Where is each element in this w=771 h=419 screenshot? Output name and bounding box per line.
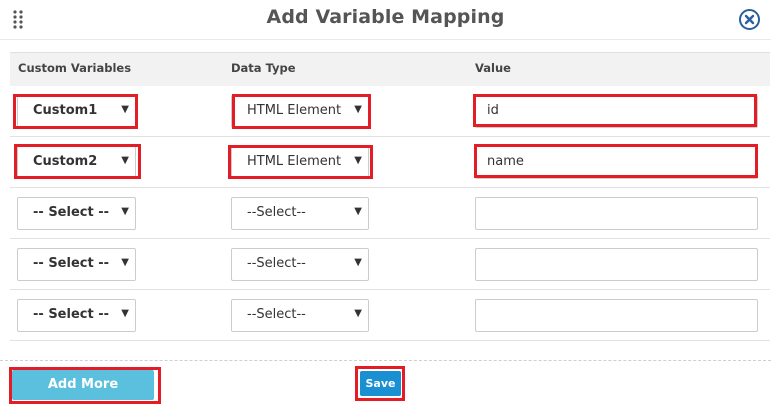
- value-input[interactable]: [475, 299, 758, 332]
- add-variable-mapping-dialog: Add Variable Mapping Custom Variables Da…: [0, 0, 771, 419]
- value-input[interactable]: name: [475, 146, 758, 179]
- dropdown-arrow-icon: ▼: [354, 155, 362, 166]
- value-input[interactable]: [475, 197, 758, 230]
- dropdown-arrow-icon: ▼: [354, 257, 362, 268]
- add-more-variables-button[interactable]: Add More Variables: [12, 370, 154, 419]
- data-type-value: --Select--: [247, 205, 306, 220]
- table-row: -- Select -- ▼ --Select-- ▼: [10, 290, 770, 341]
- custom-variable-value: Custom1: [33, 103, 98, 118]
- data-type-select[interactable]: --Select-- ▼: [231, 299, 369, 332]
- custom-variable-select[interactable]: -- Select -- ▼: [17, 299, 136, 332]
- custom-variable-value: -- Select --: [33, 256, 110, 271]
- table-header-row: Custom Variables Data Type Value: [10, 52, 770, 86]
- custom-variable-value: Custom2: [33, 154, 98, 169]
- save-button[interactable]: Save: [360, 371, 401, 396]
- data-type-select[interactable]: HTML Element ▼: [231, 146, 369, 179]
- dropdown-arrow-icon: ▼: [121, 206, 129, 217]
- custom-variable-select[interactable]: -- Select -- ▼: [17, 248, 136, 281]
- value-input-text: id: [487, 103, 499, 118]
- table-row: Custom1 ▼ HTML Element ▼ id: [10, 86, 770, 137]
- table-row: Custom2 ▼ HTML Element ▼ name: [10, 137, 770, 188]
- dropdown-arrow-icon: ▼: [121, 104, 129, 115]
- custom-variable-value: -- Select --: [33, 205, 110, 220]
- data-type-value: --Select--: [247, 256, 306, 271]
- custom-variable-value: -- Select --: [33, 307, 110, 322]
- footer-divider: [0, 360, 771, 361]
- dropdown-arrow-icon: ▼: [121, 155, 129, 166]
- custom-variable-select[interactable]: Custom1 ▼: [17, 95, 136, 128]
- data-type-value: HTML Element: [247, 103, 342, 118]
- custom-variable-select[interactable]: Custom2 ▼: [17, 146, 136, 179]
- table-row: -- Select -- ▼ --Select-- ▼: [10, 239, 770, 290]
- dropdown-arrow-icon: ▼: [121, 308, 129, 319]
- data-type-select[interactable]: --Select-- ▼: [231, 248, 369, 281]
- dialog-header: Add Variable Mapping: [0, 0, 771, 40]
- custom-variable-select[interactable]: -- Select -- ▼: [17, 197, 136, 230]
- data-type-value: --Select--: [247, 307, 306, 322]
- data-type-select[interactable]: HTML Element ▼: [231, 95, 369, 128]
- dropdown-arrow-icon: ▼: [121, 257, 129, 268]
- table-row: -- Select -- ▼ --Select-- ▼: [10, 188, 770, 239]
- value-input[interactable]: [475, 248, 758, 281]
- close-icon[interactable]: [738, 8, 761, 31]
- dialog-title: Add Variable Mapping: [266, 6, 505, 28]
- dropdown-arrow-icon: ▼: [354, 104, 362, 115]
- value-input[interactable]: id: [475, 95, 758, 128]
- column-header-data-type: Data Type: [231, 61, 296, 75]
- column-header-value: Value: [475, 61, 511, 75]
- dropdown-arrow-icon: ▼: [354, 206, 362, 217]
- data-type-value: HTML Element: [247, 154, 342, 169]
- column-header-custom-variables: Custom Variables: [18, 61, 132, 75]
- data-type-select[interactable]: --Select-- ▼: [231, 197, 369, 230]
- dropdown-arrow-icon: ▼: [354, 308, 362, 319]
- value-input-text: name: [487, 154, 524, 169]
